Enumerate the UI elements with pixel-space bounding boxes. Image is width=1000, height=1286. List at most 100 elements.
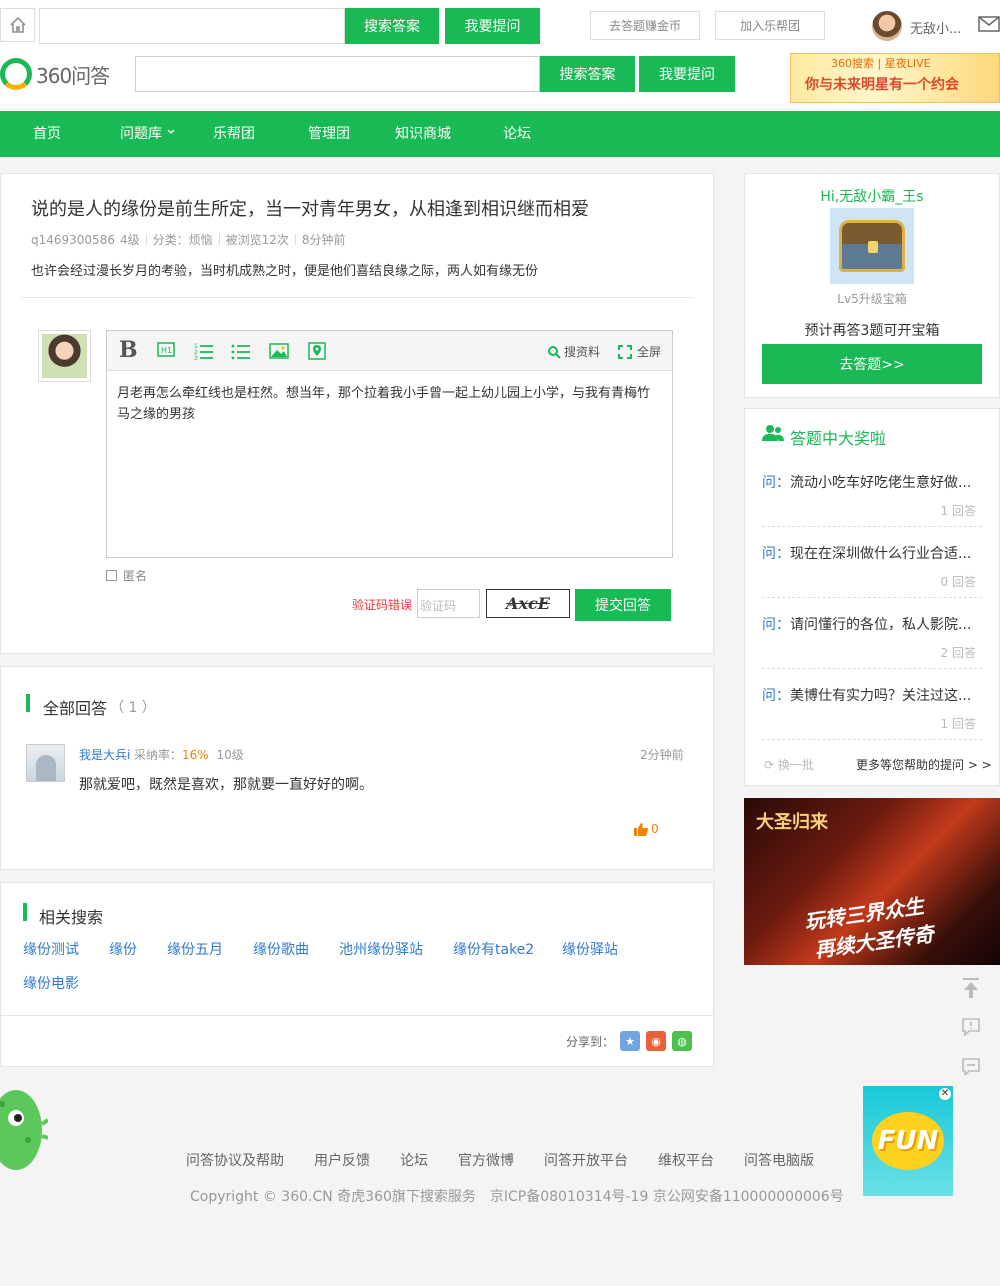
footer-link[interactable]: 用户反馈 xyxy=(314,1150,370,1170)
username-link[interactable]: 无敌小... xyxy=(910,18,961,37)
related-link[interactable]: 缘份歌曲 xyxy=(253,939,309,959)
divider xyxy=(762,526,982,527)
footer-link[interactable]: 问答开放平台 xyxy=(544,1150,628,1170)
nav-help-team[interactable]: 乐帮团 xyxy=(213,111,255,157)
qzone-share-icon[interactable]: ★ xyxy=(620,1031,641,1051)
share-label: 分享到： xyxy=(566,1034,615,1049)
sidebar-question[interactable]: 问：现在在深圳做什么行业合适... xyxy=(762,543,982,563)
comment-icon xyxy=(962,1058,980,1077)
meta-divider xyxy=(294,234,296,245)
banner-line2: 你与未来明星有一个约会 xyxy=(805,77,959,93)
question-prefix: 问： xyxy=(762,546,790,562)
related-link[interactable]: 缘份电影 xyxy=(23,973,79,993)
fullscreen-label: 全屏 xyxy=(637,345,662,359)
nav-knowledge-mall[interactable]: 知识商城 xyxy=(395,111,451,157)
like-button[interactable]: 0 xyxy=(634,822,659,836)
go-answer-button[interactable]: 去答题>> xyxy=(762,344,982,384)
search-icon xyxy=(548,345,561,359)
close-icon[interactable]: ✕ xyxy=(939,1088,951,1100)
answerer-name[interactable]: 我是大兵i xyxy=(79,746,130,763)
location-icon[interactable] xyxy=(307,341,327,361)
related-title: 相关搜索 xyxy=(39,908,104,927)
header-banner-ad[interactable]: 360搜索 | 星夜LIVE 你与未来明星有一个约会 xyxy=(790,53,1000,103)
answerer-avatar[interactable] xyxy=(26,744,65,782)
adopt-rate: 16% xyxy=(182,748,209,762)
top-ask-button[interactable]: 我要提问 xyxy=(445,8,540,44)
site-logo[interactable]: 360问答 xyxy=(0,58,110,90)
top-search-input[interactable] xyxy=(39,8,345,44)
sidebar-question[interactable]: 问：美博仕有实力吗？关注过这... xyxy=(762,685,982,705)
nav-question-bank[interactable]: 问题库 xyxy=(120,111,176,157)
footer-link[interactable]: 问答电脑版 xyxy=(744,1150,814,1170)
unordered-list-icon[interactable] xyxy=(231,341,251,361)
related-link[interactable]: 缘份驿站 xyxy=(562,939,618,959)
sidebar-question[interactable]: 问：请问懂行的各位，私人影院... xyxy=(762,614,982,634)
nav-admin-team[interactable]: 管理团 xyxy=(308,111,350,157)
treasure-chest[interactable] xyxy=(830,208,914,284)
image-icon[interactable] xyxy=(269,341,289,361)
search-material-button[interactable]: 搜资料 xyxy=(547,343,600,360)
related-link[interactable]: 池州缘份驿站 xyxy=(339,939,423,959)
heading-icon[interactable]: H1 xyxy=(157,341,175,359)
refresh-button[interactable]: ⟳ 换一批 xyxy=(764,756,814,773)
logo-text: 360问答 xyxy=(36,63,110,88)
main-ask-button[interactable]: 我要提问 xyxy=(639,56,735,92)
main-search-input[interactable] xyxy=(135,56,540,92)
asker-name[interactable]: q1469300586 xyxy=(31,233,115,247)
join-team-button[interactable]: 加入乐帮团 xyxy=(715,11,825,40)
footer-link[interactable]: 论坛 xyxy=(400,1150,428,1170)
home-button[interactable] xyxy=(0,8,35,42)
bold-icon[interactable]: B xyxy=(119,337,138,363)
nav-home[interactable]: 首页 xyxy=(33,111,61,157)
svg-text:H1: H1 xyxy=(161,346,172,355)
users-icon xyxy=(762,425,784,441)
main-search-button[interactable]: 搜索答案 xyxy=(540,56,635,92)
captcha-input[interactable]: 验证码 xyxy=(417,589,480,618)
back-to-top-button[interactable] xyxy=(957,974,985,1002)
answer-count: 2 回答 xyxy=(940,646,976,660)
more-questions-link[interactable]: 更多等您帮助的提问 > > xyxy=(856,756,992,773)
divider xyxy=(1,1015,713,1016)
nav-forum[interactable]: 论坛 xyxy=(503,111,531,157)
answer-count: 1 回答 xyxy=(940,504,976,518)
answerer-level: 10级 xyxy=(216,748,244,762)
section-marker xyxy=(23,903,27,921)
fun-ad[interactable]: FUN ✕ xyxy=(863,1086,953,1196)
fullscreen-button[interactable]: 全屏 xyxy=(618,343,661,360)
answer-editor[interactable]: B H1 123 搜资料 全屏 月老再怎么牵红线也是枉然。想当年，那个拉着我小手… xyxy=(106,330,673,558)
footer-link[interactable]: 维权平台 xyxy=(658,1150,714,1170)
question-category[interactable]: 分类：烦恼 xyxy=(153,231,213,248)
fun-ad-text: FUN xyxy=(871,1112,945,1170)
captcha-image[interactable]: AxcE xyxy=(486,589,570,618)
chest-caption: Lv5升级宝箱 xyxy=(837,292,907,306)
greeting[interactable]: Hi,无敌小霸_王s xyxy=(744,186,1000,206)
earn-coins-button[interactable]: 去答题赚金币 xyxy=(590,11,700,40)
chest-icon xyxy=(839,220,905,272)
related-link[interactable]: 缘份有take2 xyxy=(453,939,534,959)
anonymous-checkbox[interactable] xyxy=(106,570,117,581)
submit-answer-button[interactable]: 提交回答 xyxy=(575,589,671,621)
ordered-list-icon[interactable]: 123 xyxy=(194,341,214,361)
mail-icon[interactable] xyxy=(978,16,1000,32)
anonymous-option[interactable]: 匿名 xyxy=(106,567,147,584)
question-description: 也许会经过漫长岁月的考验，当时机成熟之时，便是他们喜结良缘之际，两人如有缘无份 xyxy=(31,264,539,279)
footer-link[interactable]: 官方微博 xyxy=(458,1150,514,1170)
answerer-meta: 采纳率：16% 10级 xyxy=(134,746,244,763)
related-link[interactable]: 缘份五月 xyxy=(167,939,223,959)
report-button[interactable] xyxy=(957,1013,985,1041)
weibo-share-icon[interactable]: ◉ xyxy=(646,1031,667,1051)
footer-link[interactable]: 问答协议及帮助 xyxy=(186,1150,284,1170)
my-avatar xyxy=(38,330,91,382)
related-link[interactable]: 缘份 xyxy=(109,939,137,959)
related-link[interactable]: 缘份测试 xyxy=(23,939,79,959)
top-search-button[interactable]: 搜索答案 xyxy=(345,8,439,44)
wechat-share-icon[interactable]: ◍ xyxy=(672,1031,693,1051)
game-ad-banner[interactable]: 大圣归来 玩转三界众生 再续大圣传奇 xyxy=(744,798,1000,965)
ad-title: 大圣归来 xyxy=(756,812,828,833)
sidebar-question[interactable]: 问：流动小吃车好吃佬生意好做... xyxy=(762,472,982,492)
report-icon xyxy=(962,1018,980,1037)
question-text: 请问懂行的各位，私人影院... xyxy=(790,617,972,633)
editor-toolbar: B H1 123 搜资料 全屏 xyxy=(107,331,672,371)
user-avatar[interactable] xyxy=(872,11,902,41)
editor-content[interactable]: 月老再怎么牵红线也是枉然。想当年，那个拉着我小手曾一起上幼儿园上小学，与我有青梅… xyxy=(117,383,662,425)
